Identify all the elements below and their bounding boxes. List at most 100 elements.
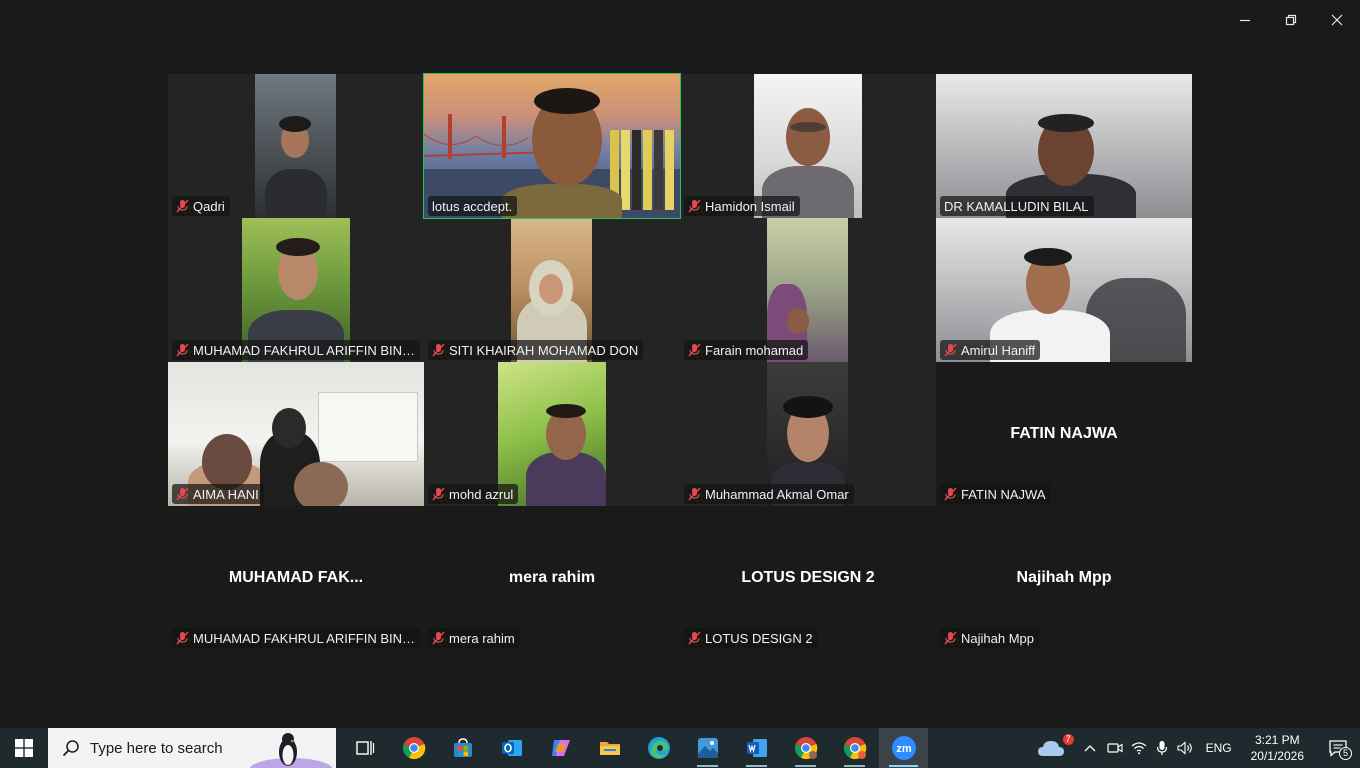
zoom-meeting-window: Qadri lotus accdept. Hamidon Ismail DR K… [0,0,1360,768]
mic-muted-icon [432,631,445,645]
participant-display-name: FATIN NAJWA [1010,425,1118,442]
taskbar-app-chrome-profile-1[interactable] [781,728,830,768]
participant-name: Hamidon Ismail [705,198,795,214]
mic-muted-icon [176,343,189,357]
participant-name: AIMA HANI [193,486,259,502]
mic-muted-icon [688,631,701,645]
participant-name: lotus accdept. [432,198,513,214]
mic-muted-icon [432,343,445,357]
camera-icon [1107,743,1123,753]
participant-name-tag: mohd azrul [428,484,519,504]
participant-name: FATIN NAJWA [961,486,1046,502]
participant-tile-no-video[interactable]: MUHAMAD FAK... MUHAMAD FAKHRUL ARIFFIN B… [168,506,424,650]
participant-tile[interactable]: Farain mohamad [680,218,936,362]
file-explorer-icon [599,742,620,755]
taskbar-app-outlook[interactable] [487,728,536,768]
windows-taskbar: Type here to search zm 7 ENG 3:21 PM 20/… [0,728,1360,768]
window-controls [1222,0,1360,40]
volume-tray-button[interactable] [1173,728,1199,768]
participant-tile-no-video[interactable]: FATIN NAJWA FATIN NAJWA [936,362,1192,506]
participant-tile[interactable]: DR KAMALLUDIN BILAL [936,74,1192,218]
participant-name-tag: AIMA HANI [172,484,264,504]
participant-name-tag: DR KAMALLUDIN BILAL [940,196,1094,216]
participant-tile-no-video[interactable]: mera rahim mera rahim [424,506,680,650]
participant-name: LOTUS DESIGN 2 [705,630,813,646]
taskbar-app-chrome[interactable] [389,728,438,768]
participant-name-tag: Qadri [172,196,230,216]
edge-icon [647,737,670,759]
taskbar-app-icons: zm [340,728,928,768]
participant-name: mera rahim [449,630,515,646]
participant-name: SITI KHAIRAH MOHAMAD DON [449,342,639,358]
participant-tile-active-speaker[interactable]: lotus accdept. [423,73,681,219]
search-highlight-penguin-icon [249,733,333,768]
participant-name-tag: Amirul Haniff [940,340,1041,360]
microphone-tray-button[interactable] [1151,728,1173,768]
participant-name: mohd azrul [449,486,514,502]
participant-tile[interactable]: mohd azrul [424,362,680,506]
taskbar-app-copilot[interactable] [536,728,585,768]
svg-text:zm: zm [896,743,912,755]
word-icon [746,739,767,757]
mic-muted-icon [944,631,957,645]
wifi-icon [1131,742,1146,755]
participant-display-name: MUHAMAD FAK... [228,569,364,586]
microphone-icon [1156,741,1167,755]
start-button[interactable] [0,728,48,768]
taskbar-app-file-explorer[interactable] [585,728,634,768]
task-view-button[interactable] [340,728,389,768]
participant-tile[interactable]: Amirul Haniff [936,218,1192,362]
participant-tile[interactable]: Qadri [168,74,424,218]
notification-count-badge: 5 [1339,747,1352,760]
weather-widget[interactable]: 7 [1025,728,1077,768]
show-hidden-icons-button[interactable] [1077,728,1103,768]
taskbar-app-photos[interactable] [683,728,732,768]
participant-name-tag: Najihah Mpp [940,628,1039,648]
participant-tile[interactable]: AIMA HANI [168,362,424,506]
notification-center-button[interactable]: 5 [1316,728,1360,768]
participant-display-name: mera rahim [508,569,596,586]
taskbar-search-box[interactable]: Type here to search [48,728,336,768]
restore-icon [1285,14,1297,26]
taskbar-app-edge[interactable] [634,728,683,768]
taskbar-app-microsoft-store[interactable] [438,728,487,768]
participant-name-tag: SITI KHAIRAH MOHAMAD DON [428,340,644,360]
taskbar-app-word[interactable] [732,728,781,768]
participant-name-tag: MUHAMAD FAKHRUL ARIFFIN BIN KA... [172,628,420,648]
system-tray: 7 ENG 3:21 PM 20/1/2026 5 [1025,728,1360,768]
weather-alert-badge: 7 [1062,734,1074,745]
participant-tile[interactable]: MUHAMAD FAKHRUL ARIFFIN BIN KA... [168,218,424,362]
gallery-view: Qadri lotus accdept. Hamidon Ismail DR K… [168,73,1192,650]
participant-tile[interactable]: Muhammad Akmal Omar [680,362,936,506]
copilot-icon [551,740,570,756]
participant-name: DR KAMALLUDIN BILAL [944,198,1089,214]
camera-tray-button[interactable] [1103,728,1127,768]
participant-tile-no-video[interactable]: LOTUS DESIGN 2 LOTUS DESIGN 2 [680,506,936,650]
minimize-icon [1240,19,1250,22]
participant-name-tag: MUHAMAD FAKHRUL ARIFFIN BIN KA... [172,340,420,360]
taskbar-app-chrome-profile-2[interactable] [830,728,879,768]
network-tray-button[interactable] [1127,728,1151,768]
taskbar-clock[interactable]: 3:21 PM 20/1/2026 [1239,728,1316,768]
input-language-indicator[interactable]: ENG [1199,728,1239,768]
close-button[interactable] [1314,0,1360,40]
mic-muted-icon [944,487,957,501]
chevron-up-icon [1084,745,1096,752]
chrome-icon [794,737,817,760]
windows-logo-icon [15,739,33,757]
clock-date: 20/1/2026 [1250,749,1304,763]
participant-name: Farain mohamad [705,342,804,358]
chrome-icon [843,737,866,760]
taskbar-app-zoom[interactable]: zm [879,728,928,768]
participant-tile-no-video[interactable]: Najihah Mpp Najihah Mpp [936,506,1192,650]
participant-display-name: Najihah Mpp [1016,569,1112,586]
participant-name-tag: Hamidon Ismail [684,196,800,216]
participant-name-tag: lotus accdept. [428,196,518,216]
mic-muted-icon [432,487,445,501]
participant-tile[interactable]: SITI KHAIRAH MOHAMAD DON [424,218,680,362]
participant-name: MUHAMAD FAKHRUL ARIFFIN BIN KA... [193,342,415,358]
mic-muted-icon [688,343,701,357]
restore-button[interactable] [1268,0,1314,40]
participant-tile[interactable]: Hamidon Ismail [680,74,936,218]
minimize-button[interactable] [1222,0,1268,40]
